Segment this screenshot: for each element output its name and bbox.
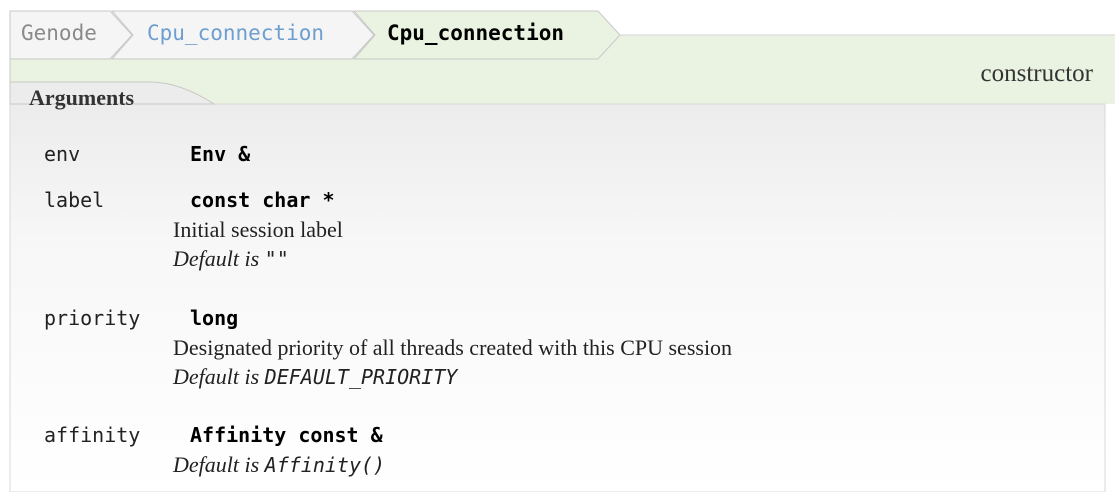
- argument-name: priority: [44, 306, 141, 330]
- argument-default: Default is DEFAULT_PRIORITY: [173, 364, 457, 390]
- default-prefix: Default is: [173, 452, 260, 477]
- breadcrumb-item-genode[interactable]: Genode: [21, 20, 97, 46]
- member-kind-label: constructor: [980, 60, 1093, 87]
- breadcrumb-item-current: Cpu_connection: [387, 21, 565, 45]
- arguments-heading: Arguments: [29, 85, 135, 110]
- argument-default: Default is Affinity(): [173, 452, 385, 478]
- argument-name: affinity: [44, 423, 141, 447]
- default-value: Affinity(): [264, 453, 386, 477]
- argument-type: const char *: [190, 188, 335, 212]
- page-background: [9, 10, 1115, 492]
- argument-default: Default is "": [173, 246, 289, 272]
- argument-type: long: [190, 306, 239, 330]
- argument-type: Affinity const &: [190, 423, 383, 447]
- breadcrumb-item-class[interactable]: Cpu_connection: [147, 20, 324, 46]
- argument-type: Env &: [190, 142, 251, 166]
- argument-name: label: [44, 188, 105, 212]
- argument-name: env: [44, 142, 81, 166]
- default-value: "": [264, 247, 289, 271]
- default-value: DEFAULT_PRIORITY: [264, 365, 458, 389]
- default-prefix: Default is: [173, 246, 260, 271]
- default-prefix: Default is: [173, 364, 260, 389]
- argument-description: Initial session label: [173, 217, 343, 242]
- argument-description: Designated priority of all threads creat…: [173, 335, 733, 360]
